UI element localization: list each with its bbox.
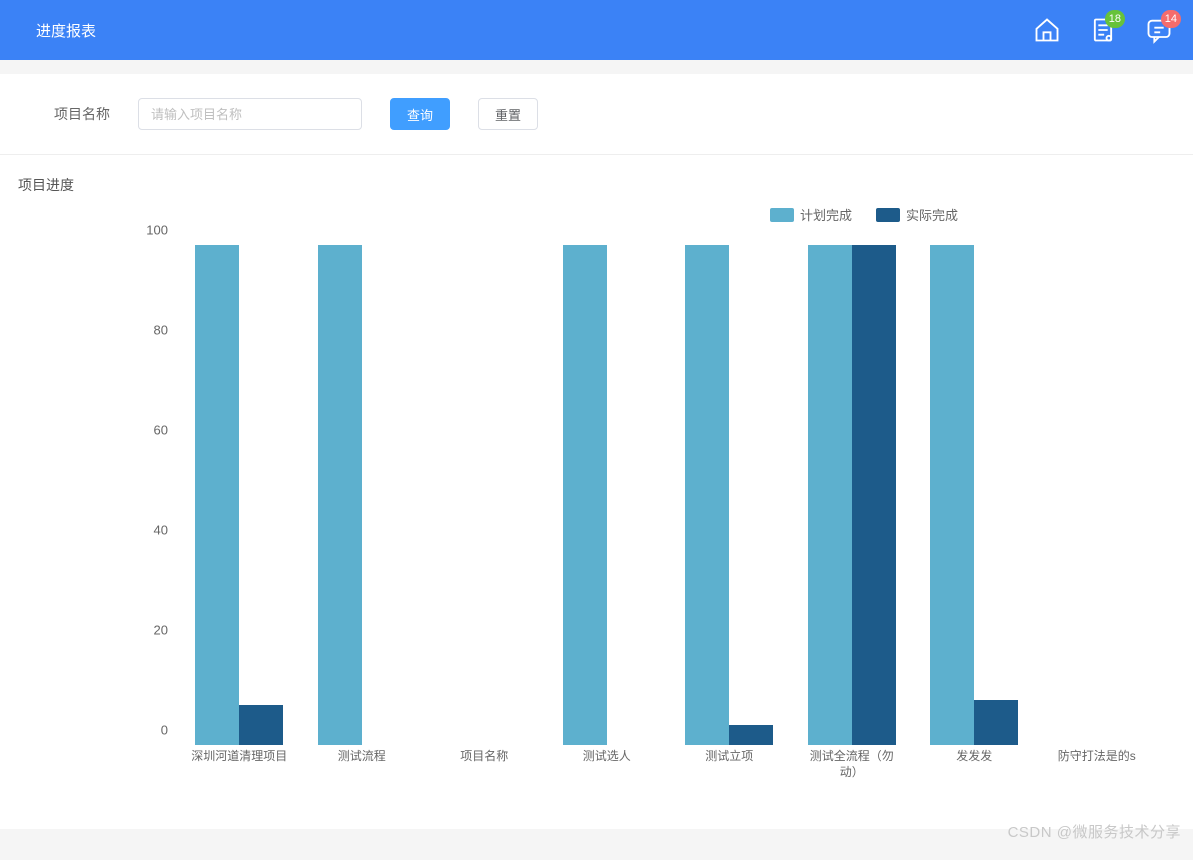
content-card: 项目名称 查询 重置 项目进度 计划完成 实际完成 0 20 40 60 80 100 深…	[0, 74, 1193, 829]
legend-plan[interactable]: 计划完成	[770, 205, 852, 224]
header-bar: 进度报表 18 14	[0, 0, 1193, 60]
x-label: 项目名称	[434, 748, 534, 780]
bar-plan[interactable]	[930, 245, 974, 745]
project-name-input[interactable]	[138, 98, 362, 130]
bar-group	[557, 245, 657, 745]
y-axis: 020406080100	[18, 245, 174, 745]
bar-actual[interactable]	[729, 725, 773, 745]
bars-row	[178, 245, 1158, 745]
bar-group	[434, 245, 534, 745]
bar-group	[189, 245, 289, 745]
bar-plan[interactable]	[195, 245, 239, 745]
chart-title: 项目进度	[18, 175, 1175, 195]
message-icon[interactable]: 14	[1145, 16, 1173, 44]
y-tick: 0	[161, 723, 168, 738]
bar-plan[interactable]	[318, 245, 362, 745]
y-tick: 40	[154, 523, 168, 538]
legend-actual[interactable]: 实际完成	[876, 205, 958, 224]
bar-group	[802, 245, 902, 745]
home-icon[interactable]	[1033, 16, 1061, 44]
filter-row: 项目名称 查询 重置	[0, 74, 1193, 155]
y-tick: 80	[154, 323, 168, 338]
x-label: 测试选人	[557, 748, 657, 780]
x-label: 测试全流程（勿动）	[802, 748, 902, 780]
chart-legend: 计划完成 实际完成	[770, 205, 958, 224]
page-title: 进度报表	[36, 20, 96, 41]
x-label: 测试流程	[312, 748, 412, 780]
plot-area: 深圳河道清理项目测试流程项目名称测试选人测试立项测试全流程（勿动）发发发防守打法…	[178, 245, 1158, 770]
x-label: 深圳河道清理项目	[189, 748, 289, 780]
bar-group	[1047, 245, 1147, 745]
message-badge: 14	[1161, 10, 1181, 28]
x-label: 发发发	[924, 748, 1024, 780]
filter-label: 项目名称	[54, 104, 110, 124]
y-tick: 20	[154, 623, 168, 638]
report-badge: 18	[1105, 10, 1125, 28]
legend-actual-label: 实际完成	[906, 205, 958, 224]
bar-plan[interactable]	[808, 245, 852, 745]
query-button[interactable]: 查询	[390, 98, 450, 130]
legend-actual-swatch	[876, 208, 900, 222]
bar-plan[interactable]	[563, 245, 607, 745]
bar-plan[interactable]	[685, 245, 729, 745]
y-tick: 60	[154, 423, 168, 438]
chart-container: 计划完成 实际完成 020406080100 深圳河道清理项目测试流程项目名称测…	[18, 205, 1174, 805]
reset-button[interactable]: 重置	[478, 98, 538, 130]
bar-actual[interactable]	[852, 245, 896, 745]
chart-section: 项目进度 计划完成 实际完成 0 20 40 60 80 100 深圳河道清理项目测试流程…	[0, 155, 1193, 829]
legend-plan-label: 计划完成	[800, 205, 852, 224]
legend-plan-swatch	[770, 208, 794, 222]
report-icon[interactable]: 18	[1089, 16, 1117, 44]
header-actions: 18 14	[1033, 16, 1173, 44]
x-labels: 深圳河道清理项目测试流程项目名称测试选人测试立项测试全流程（勿动） 发发发防守打法…	[178, 748, 1158, 780]
y-tick: 100	[146, 223, 168, 238]
bar-group	[679, 245, 779, 745]
bar-group	[924, 245, 1024, 745]
bar-actual[interactable]	[974, 700, 1018, 745]
x-label: 测试立项	[679, 748, 779, 780]
x-label: 防守打法是的s	[1047, 748, 1147, 780]
bar-actual[interactable]	[239, 705, 283, 745]
bar-group	[312, 245, 412, 745]
